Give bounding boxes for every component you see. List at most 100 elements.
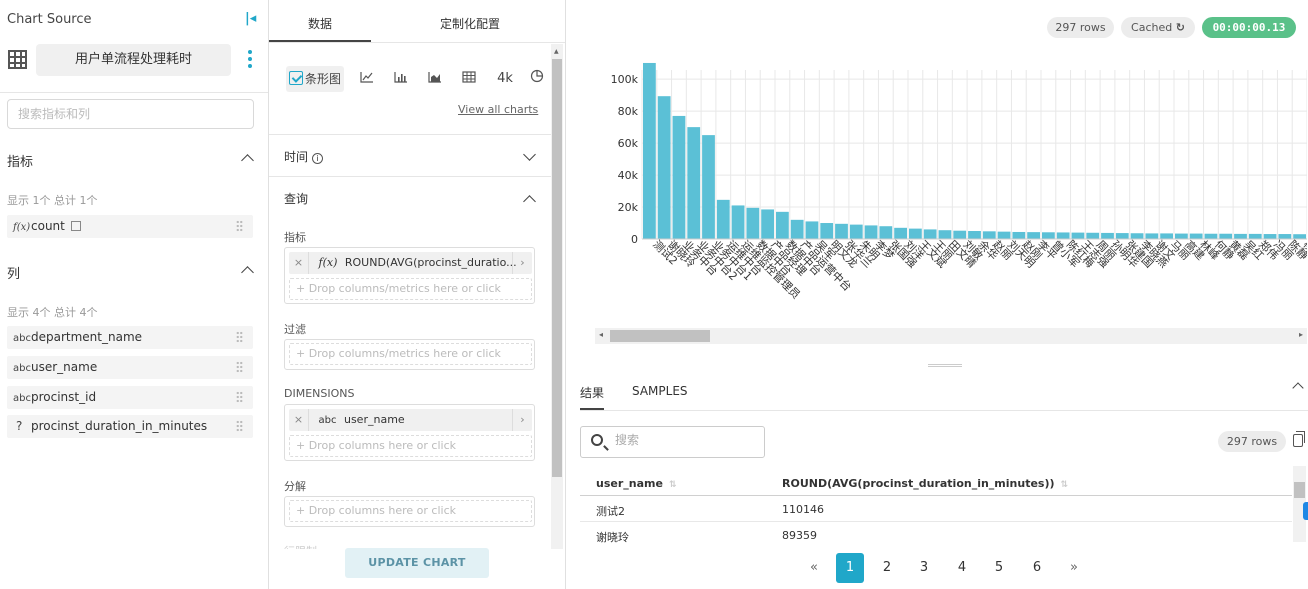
- chevron-right-icon[interactable]: ›: [512, 409, 532, 431]
- metrics-section-header[interactable]: 指标: [7, 151, 33, 170]
- bar[interactable]: [1293, 234, 1306, 239]
- area-chart-icon[interactable]: [420, 66, 450, 92]
- results-search[interactable]: [580, 426, 765, 458]
- bar[interactable]: [1219, 233, 1233, 239]
- bar[interactable]: [716, 199, 730, 239]
- sort-icon[interactable]: ⇅: [1061, 480, 1069, 490]
- scrollbar-thumb[interactable]: [1294, 482, 1305, 498]
- chevron-up-icon[interactable]: [523, 195, 536, 208]
- tab-results[interactable]: 结果: [580, 384, 604, 401]
- bar[interactable]: [1189, 233, 1203, 239]
- drop-breakdown-target[interactable]: + Drop columns here or click: [289, 500, 532, 522]
- drag-handle-icon[interactable]: [236, 220, 243, 232]
- bar[interactable]: [1248, 233, 1262, 239]
- metric-pill[interactable]: × f(x) ROUND(AVG(procinst_duratio... ›: [289, 252, 532, 274]
- chevron-up-icon[interactable]: [241, 266, 254, 279]
- scroll-right-icon[interactable]: ▸: [1299, 330, 1303, 339]
- table-icon[interactable]: [454, 66, 484, 92]
- bar[interactable]: [1115, 233, 1129, 239]
- bar[interactable]: [1263, 234, 1277, 239]
- bar[interactable]: [1278, 234, 1292, 239]
- bar[interactable]: [687, 127, 701, 239]
- bar[interactable]: [702, 135, 715, 239]
- bar[interactable]: [790, 219, 804, 239]
- bar[interactable]: [1101, 232, 1114, 239]
- bar[interactable]: [923, 229, 937, 239]
- bar[interactable]: [1071, 232, 1085, 239]
- bar[interactable]: [1012, 231, 1026, 239]
- scrollbar-thumb[interactable]: [552, 59, 562, 477]
- pagination-next[interactable]: »: [1060, 553, 1088, 583]
- scrollbar-thumb[interactable]: [610, 330, 710, 342]
- drop-dimensions-target[interactable]: + Drop columns here or click: [289, 435, 532, 457]
- results-search-input[interactable]: [615, 433, 755, 447]
- big-number-icon[interactable]: 4k: [490, 66, 520, 92]
- bar[interactable]: [805, 221, 819, 239]
- bar[interactable]: [761, 209, 774, 239]
- bar-chart-icon[interactable]: [386, 66, 416, 92]
- metric-item-count[interactable]: f(x)count: [7, 215, 253, 238]
- scroll-left-icon[interactable]: ◂: [599, 330, 603, 339]
- bar[interactable]: [1056, 232, 1070, 239]
- bar[interactable]: [864, 225, 878, 239]
- drop-metrics-target[interactable]: + Drop columns/metrics here or click: [289, 278, 532, 300]
- chevron-up-icon[interactable]: [1292, 382, 1304, 394]
- drag-handle-icon[interactable]: [236, 331, 243, 343]
- column-item-department-name[interactable]: abcdepartment_name: [7, 326, 253, 349]
- remove-icon[interactable]: ×: [289, 252, 309, 274]
- bar[interactable]: [835, 223, 848, 239]
- view-all-charts-link[interactable]: View all charts: [458, 103, 538, 116]
- tab-data[interactable]: 数据: [308, 15, 332, 32]
- bar[interactable]: [968, 231, 981, 239]
- chart-horizontal-scrollbar[interactable]: ◂ ▸: [595, 328, 1307, 344]
- copy-icon[interactable]: [1293, 431, 1305, 447]
- bar[interactable]: [1130, 233, 1144, 239]
- tab-samples[interactable]: SAMPLES: [632, 384, 688, 398]
- bar[interactable]: [1145, 233, 1159, 239]
- line-chart-icon[interactable]: [352, 66, 382, 92]
- bar[interactable]: [643, 62, 656, 239]
- cached-badge[interactable]: Cached ↻: [1121, 17, 1195, 38]
- bar[interactable]: [953, 230, 967, 239]
- pie-chart-icon[interactable]: [522, 66, 552, 92]
- bar[interactable]: [746, 207, 760, 239]
- pagination-prev[interactable]: «: [800, 553, 828, 583]
- chevron-down-icon[interactable]: [523, 148, 536, 161]
- sort-icon[interactable]: ⇅: [669, 480, 677, 490]
- bar[interactable]: [820, 223, 834, 239]
- bar[interactable]: [1160, 233, 1173, 239]
- drag-handle-icon[interactable]: [236, 361, 243, 373]
- bar[interactable]: [997, 231, 1011, 239]
- bar[interactable]: [849, 224, 863, 239]
- more-options-icon[interactable]: [248, 50, 252, 71]
- bar[interactable]: [1234, 233, 1247, 239]
- datasource-button[interactable]: 用户单流程处理耗时: [36, 44, 231, 76]
- pagination-page-5[interactable]: 5: [985, 553, 1013, 583]
- bar[interactable]: [657, 96, 671, 239]
- bar[interactable]: [938, 230, 952, 239]
- column-header-duration[interactable]: ROUND(AVG(procinst_duration_in_minutes))…: [782, 477, 1068, 490]
- chevron-right-icon[interactable]: ›: [512, 252, 532, 274]
- metrics-columns-search-input[interactable]: [7, 99, 254, 129]
- query-section-header[interactable]: 查询: [284, 190, 308, 207]
- bar[interactable]: [982, 231, 996, 239]
- collapse-panel-icon[interactable]: |◂: [245, 11, 256, 26]
- column-header-user-name[interactable]: user_name ⇅: [596, 477, 677, 490]
- pagination-page-3[interactable]: 3: [910, 553, 938, 583]
- dimension-pill[interactable]: × abc user_name ›: [289, 409, 532, 431]
- update-chart-button[interactable]: UPDATE CHART: [345, 548, 489, 578]
- column-item-procinst-duration[interactable]: ? procinst_duration_in_minutes: [7, 415, 253, 438]
- control-panel-scrollbar[interactable]: ▲: [551, 44, 563, 549]
- bar[interactable]: [1027, 232, 1040, 239]
- column-item-user-name[interactable]: abcuser_name: [7, 356, 253, 379]
- bar[interactable]: [909, 228, 922, 239]
- bar[interactable]: [1175, 233, 1188, 239]
- tab-customize[interactable]: 定制化配置: [440, 15, 500, 32]
- pagination-page-6[interactable]: 6: [1023, 553, 1051, 583]
- refresh-icon[interactable]: ↻: [1176, 21, 1185, 34]
- bar[interactable]: [1204, 233, 1218, 239]
- bar[interactable]: [776, 211, 789, 239]
- columns-section-header[interactable]: 列: [7, 263, 20, 282]
- bar[interactable]: [731, 205, 745, 239]
- pagination-page-4[interactable]: 4: [948, 553, 976, 583]
